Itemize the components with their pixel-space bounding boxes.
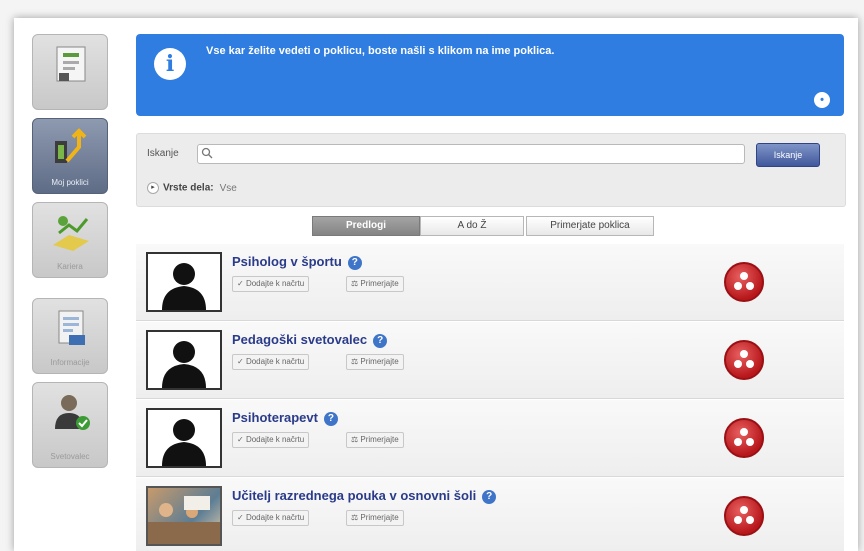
stars-icon xyxy=(734,350,754,368)
add-to-plan-label: Dodajte k načrtu xyxy=(245,435,305,444)
info-text: Vse kar želite vedeti o poklicu, boste n… xyxy=(206,45,555,57)
add-to-plan-label: Dodajte k načrtu xyxy=(245,357,305,366)
search-panel: Iskanje Iskanje ▸ Vrste dela: Vse xyxy=(136,133,846,207)
list-item: Pedagoški svetovalec? ✓ Dodajte k načrtu… xyxy=(136,322,844,399)
rating-badge xyxy=(724,262,764,302)
compare-button[interactable]: ⚖ Primerjajte xyxy=(346,510,404,526)
compare-button[interactable]: ⚖ Primerjajte xyxy=(346,354,404,370)
add-to-plan-label: Dodajte k načrtu xyxy=(245,513,305,522)
help-icon[interactable]: ? xyxy=(482,489,497,504)
compare-button[interactable]: ⚖ Primerjajte xyxy=(346,276,404,292)
help-icon[interactable]: ? xyxy=(373,333,388,348)
filter-label: Vrste dela: xyxy=(163,182,214,194)
compare-button[interactable]: ⚖ Primerjajte xyxy=(346,432,404,448)
sidebar-item-my-careers[interactable]: Moj poklici xyxy=(32,118,108,194)
tab-compare[interactable]: Primerjate poklica xyxy=(526,216,654,236)
job-title-text[interactable]: Pedagoški svetovalec xyxy=(232,332,367,347)
person-silhouette-icon xyxy=(162,419,206,466)
info-banner: i Vse kar želite vedeti o poklicu, boste… xyxy=(136,34,844,116)
document-icon xyxy=(58,310,85,345)
job-thumbnail[interactable] xyxy=(146,330,222,390)
app-frame: Moj poklici Kariera Informacije Svetoval… xyxy=(14,18,858,551)
sidebar-item-label: Informacije xyxy=(50,358,90,367)
job-title-text[interactable]: Psiholog v športu xyxy=(232,254,342,269)
job-title-link[interactable]: Psiholog v športu? xyxy=(232,254,362,270)
job-title-link[interactable]: Pedagoški svetovalec? xyxy=(232,332,388,348)
sidebar-item-overview[interactable] xyxy=(32,34,108,110)
rating-badge xyxy=(724,340,764,380)
expand-toggle-icon[interactable]: ▸ xyxy=(147,182,159,194)
classroom-photo-icon xyxy=(148,496,220,544)
job-thumbnail[interactable] xyxy=(146,252,222,312)
add-to-plan-button[interactable]: ✓ Dodajte k načrtu xyxy=(232,510,310,526)
add-to-plan-button[interactable]: ✓ Dodajte k načrtu xyxy=(232,432,310,448)
search-icon xyxy=(201,147,213,159)
collapse-icon[interactable]: • xyxy=(814,92,830,108)
sidebar-item-label: Kariera xyxy=(57,262,83,271)
add-to-plan-button[interactable]: ✓ Dodajte k načrtu xyxy=(232,354,310,370)
job-title-text[interactable]: Psihoterapevt xyxy=(232,410,318,425)
person-silhouette-icon xyxy=(162,263,206,310)
list-item: Učitelj razrednega pouka v osnovni šoli?… xyxy=(136,478,844,551)
filter-row: ▸ Vrste dela: Vse xyxy=(147,182,237,194)
add-to-plan-button[interactable]: ✓ Dodajte k načrtu xyxy=(232,276,310,292)
chart-arrow-icon xyxy=(55,128,87,163)
job-thumbnail[interactable] xyxy=(146,408,222,468)
user-check-icon xyxy=(55,395,90,430)
tab-suggestions[interactable]: Predlogi xyxy=(312,216,420,236)
sidebar-item-career[interactable]: Kariera xyxy=(32,202,108,278)
compare-label: Primerjajte xyxy=(360,513,399,522)
search-input[interactable] xyxy=(216,146,740,162)
info-icon: i xyxy=(154,48,186,80)
stars-icon xyxy=(734,506,754,524)
rating-badge xyxy=(724,496,764,536)
sidebar: Moj poklici Kariera Informacije Svetoval… xyxy=(32,34,112,551)
rating-badge xyxy=(724,418,764,458)
job-title-text[interactable]: Učitelj razrednega pouka v osnovni šoli xyxy=(232,488,476,503)
list-item: Psiholog v športu? ✓ Dodajte k načrtu ⚖ … xyxy=(136,244,844,321)
stars-icon xyxy=(734,272,754,290)
add-to-plan-label: Dodajte k načrtu xyxy=(245,279,305,288)
clipboard-icon xyxy=(56,46,86,82)
tab-a-to-z[interactable]: A do Ž xyxy=(420,216,524,236)
search-box[interactable] xyxy=(197,144,745,164)
stars-icon xyxy=(734,428,754,446)
sidebar-item-label: Svetovalec xyxy=(50,452,90,461)
sidebar-item-information[interactable]: Informacije xyxy=(32,298,108,374)
compare-label: Primerjajte xyxy=(360,279,399,288)
filter-value[interactable]: Vse xyxy=(220,183,237,194)
help-icon[interactable]: ? xyxy=(347,255,362,270)
compare-label: Primerjajte xyxy=(360,357,399,366)
list-item: Psihoterapevt? ✓ Dodajte k načrtu ⚖ Prim… xyxy=(136,400,844,477)
job-title-link[interactable]: Učitelj razrednega pouka v osnovni šoli? xyxy=(232,488,497,504)
sidebar-item-label: Moj poklici xyxy=(51,178,89,187)
person-silhouette-icon xyxy=(162,341,206,388)
sidebar-item-counselor[interactable]: Svetovalec xyxy=(32,382,108,468)
search-label: Iskanje xyxy=(147,148,179,159)
search-button[interactable]: Iskanje xyxy=(756,143,820,167)
help-icon[interactable]: ? xyxy=(323,411,338,426)
compare-label: Primerjajte xyxy=(360,435,399,444)
growth-icon xyxy=(53,216,89,251)
job-title-link[interactable]: Psihoterapevt? xyxy=(232,410,338,426)
job-thumbnail-photo[interactable] xyxy=(146,486,222,546)
